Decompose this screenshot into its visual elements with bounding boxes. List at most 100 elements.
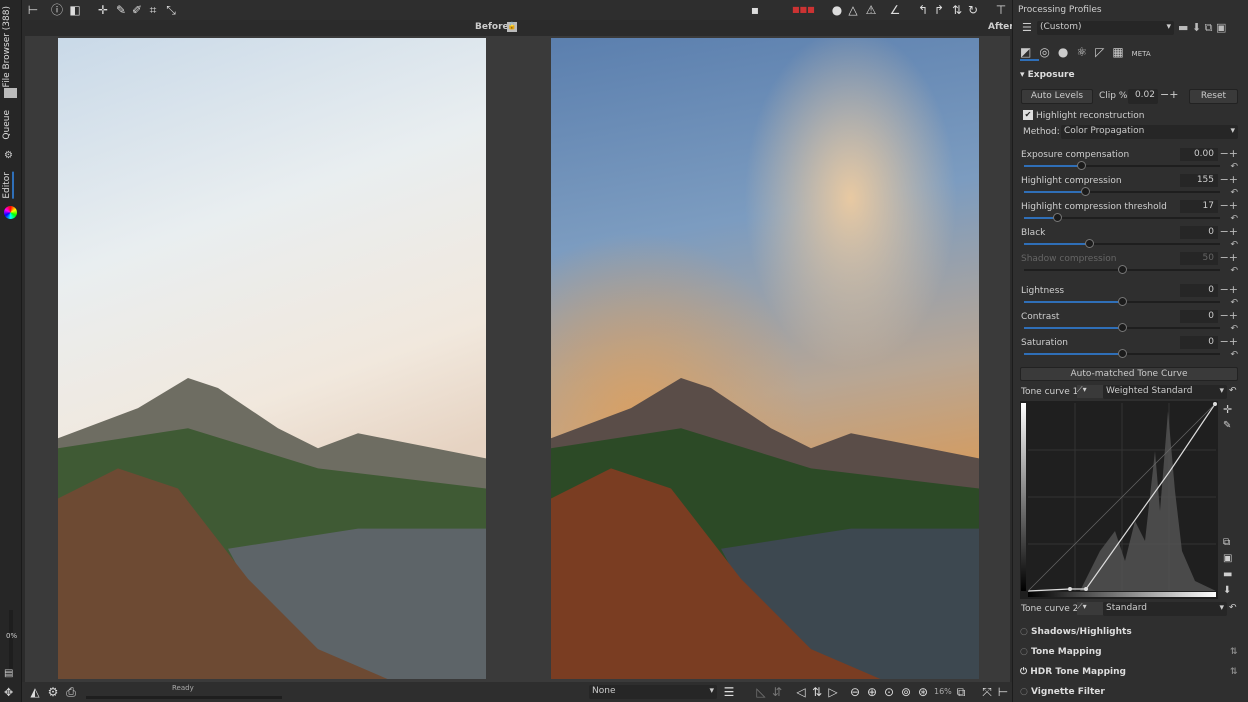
edit-point-icon[interactable]: ✛: [1223, 403, 1232, 416]
hide-right-panel-icon[interactable]: ⊢: [996, 685, 1010, 699]
tone-curve-2-reset-icon[interactable]: ↶: [1229, 603, 1237, 613]
tone-curve-editor[interactable]: [1020, 401, 1218, 599]
method-dropdown[interactable]: Color Propagation ▾: [1061, 125, 1238, 139]
slider-handle[interactable]: [1053, 213, 1063, 222]
paste-curve-icon[interactable]: ▣: [1223, 551, 1232, 567]
color-picker-icon[interactable]: ✐: [130, 3, 144, 17]
tone-curve-2-dropdown[interactable]: Standard ▾: [1103, 602, 1227, 616]
curve-point[interactable]: [1068, 587, 1072, 591]
slider-handle[interactable]: [1118, 323, 1127, 332]
reset-icon[interactable]: ↶: [1230, 214, 1238, 224]
slider-value-input[interactable]: 0: [1180, 226, 1218, 239]
slider-track[interactable]: [1024, 239, 1220, 248]
detail-tab-icon[interactable]: ◎: [1039, 45, 1057, 59]
slider-handle[interactable]: [1076, 161, 1086, 170]
slider-handle[interactable]: [1118, 265, 1127, 274]
reset-icon[interactable]: ↶: [1230, 188, 1238, 198]
slider-stepper[interactable]: −+: [1220, 251, 1238, 264]
profile-select[interactable]: None ▾: [589, 685, 717, 699]
gamut-icon[interactable]: ◺: [754, 685, 768, 699]
curve-type-2-button[interactable]: ⟋▾: [1077, 602, 1103, 615]
slider-value-input[interactable]: 0: [1180, 284, 1218, 297]
section-tone-mapping[interactable]: ○ Tone Mapping ⇅: [1020, 647, 1238, 657]
slider-stepper[interactable]: −+: [1220, 335, 1238, 348]
open-curve-icon[interactable]: ▬: [1223, 567, 1232, 583]
reset-icon[interactable]: ↶: [1230, 298, 1238, 308]
new-window-icon[interactable]: ⧉: [954, 685, 968, 699]
hide-top-panel-icon[interactable]: ⊤: [994, 3, 1008, 17]
highlight-clip-icon[interactable]: ⚠: [864, 3, 878, 17]
reset-icon[interactable]: ↶: [1230, 350, 1238, 360]
focus-mask-icon[interactable]: ●: [830, 3, 844, 17]
slider-value-input[interactable]: 155: [1180, 174, 1218, 187]
color-tab-icon[interactable]: ●: [1058, 45, 1076, 59]
reset-icon[interactable]: ↶: [1230, 324, 1238, 334]
transform-tab-icon[interactable]: ◸: [1095, 45, 1112, 59]
slider-track[interactable]: [1024, 323, 1220, 332]
hide-panel-icon[interactable]: ⊢: [26, 3, 40, 17]
softproof-icon[interactable]: ⇵: [770, 685, 784, 699]
slider-value-input[interactable]: 0: [1180, 310, 1218, 323]
reset-icon[interactable]: ↶: [1230, 162, 1238, 172]
flip-v-icon[interactable]: ↻: [966, 3, 980, 17]
reset-icon[interactable]: ↶: [1230, 240, 1238, 250]
clip-stepper[interactable]: −+: [1160, 88, 1178, 101]
slider-handle[interactable]: [1118, 297, 1127, 306]
copy-icon[interactable]: ⧉: [1205, 21, 1213, 34]
meta-tab[interactable]: META: [1132, 50, 1151, 58]
picker-icon[interactable]: ✎: [1223, 420, 1231, 431]
rotate-left-icon[interactable]: ↰: [916, 3, 930, 17]
curve-point[interactable]: [1084, 587, 1088, 591]
slider-value-input[interactable]: 17: [1180, 200, 1218, 213]
section-hdr-tone-mapping[interactable]: ⏻ HDR Tone Mapping ⇅: [1020, 667, 1238, 677]
straighten-icon[interactable]: ⤡: [164, 3, 178, 17]
info-icon[interactable]: ⓘ: [50, 3, 64, 17]
save-curve-icon[interactable]: ⬇: [1223, 583, 1232, 599]
auto-levels-button[interactable]: Auto Levels: [1021, 89, 1093, 104]
slider-stepper[interactable]: −+: [1220, 283, 1238, 296]
reset-button[interactable]: Reset: [1189, 89, 1238, 104]
slider-stepper[interactable]: −+: [1220, 173, 1238, 186]
slider-stepper[interactable]: −+: [1220, 199, 1238, 212]
highlight-reconstruction-checkbox[interactable]: ✔: [1023, 110, 1033, 120]
slider-stepper[interactable]: −+: [1220, 147, 1238, 160]
exposure-tab-icon[interactable]: ◩: [1020, 45, 1040, 61]
export-icon[interactable]: ⎙: [64, 685, 78, 699]
slider-track[interactable]: [1024, 161, 1220, 170]
curve-type-1-button[interactable]: ⟋▾: [1077, 385, 1103, 398]
tab-editor[interactable]: Editor: [2, 172, 14, 199]
zoom-out-icon[interactable]: ⊖: [848, 685, 862, 699]
auto-tone-curve-button[interactable]: Auto-matched Tone Curve: [1020, 367, 1238, 381]
slider-handle[interactable]: [1118, 349, 1127, 358]
slider-track[interactable]: [1024, 349, 1220, 358]
exposure-header[interactable]: ▾ Exposure: [1020, 70, 1075, 80]
curve-point[interactable]: [1213, 402, 1217, 406]
advanced-tab-icon[interactable]: ⚛: [1076, 45, 1095, 59]
console-icon[interactable]: ▤: [4, 668, 13, 679]
settings-icon[interactable]: ⚙: [46, 685, 60, 699]
slider-track[interactable]: [1024, 297, 1220, 306]
next-image-icon[interactable]: ▷: [826, 685, 840, 699]
rotate-right-icon[interactable]: ↱: [932, 3, 946, 17]
slider-value-input[interactable]: 0.00: [1180, 148, 1218, 161]
slider-stepper[interactable]: −+: [1220, 309, 1238, 322]
angle-icon[interactable]: ∠: [888, 3, 902, 17]
image-viewer[interactable]: [25, 36, 1010, 682]
hand-tool-icon[interactable]: ✛: [96, 3, 110, 17]
clip-input[interactable]: 0.02: [1128, 89, 1158, 104]
slider-value-input[interactable]: 0: [1180, 336, 1218, 349]
slider-track[interactable]: [1024, 187, 1220, 196]
zoom-fit-crop-icon[interactable]: ⊚: [899, 685, 913, 699]
preview-icon[interactable]: ◭: [28, 685, 42, 699]
open-icon[interactable]: ▬: [1178, 21, 1188, 34]
zoom-100-icon[interactable]: ⊛: [916, 685, 930, 699]
section-vignette-filter[interactable]: ○ Vignette Filter: [1020, 687, 1105, 697]
crop-icon[interactable]: ⌗: [146, 3, 160, 17]
color-management-icon[interactable]: ☰: [722, 685, 736, 699]
slider-track[interactable]: [1024, 265, 1220, 274]
zoom-in-icon[interactable]: ⊕: [865, 685, 879, 699]
profile-dropdown[interactable]: (Custom) ▾: [1037, 21, 1174, 35]
prev-image-icon[interactable]: ◁: [794, 685, 808, 699]
slider-handle[interactable]: [1080, 187, 1090, 196]
section-shadows-highlights[interactable]: ○ Shadows/Highlights: [1020, 627, 1132, 637]
